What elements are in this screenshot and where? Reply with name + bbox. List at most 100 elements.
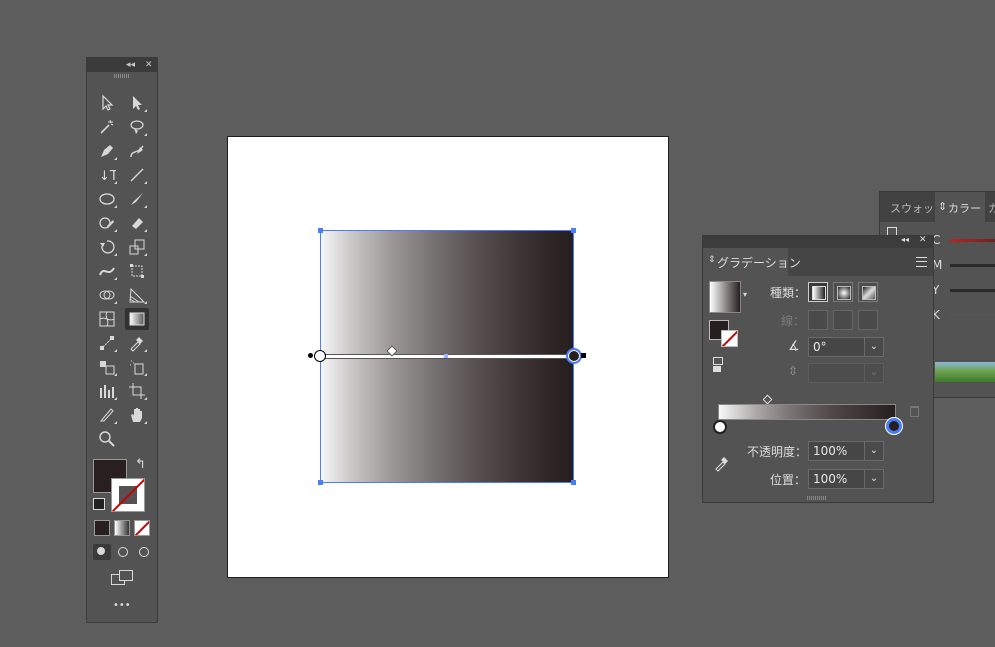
stroke-gradient-along-button (833, 310, 853, 330)
channel-c-slider[interactable] (950, 239, 995, 242)
curvature-tool-icon[interactable] (125, 140, 149, 162)
gradient-preset-dropdown-icon[interactable]: ▾ (743, 290, 747, 299)
aspect-ratio-icon: ⇳ (788, 364, 799, 378)
shaper-tool-icon[interactable] (95, 212, 119, 234)
selection-border-bottom (320, 482, 574, 483)
pen-tool-icon[interactable] (95, 140, 119, 162)
artboard-tool-icon[interactable] (125, 380, 149, 402)
eyedropper-icon[interactable] (713, 454, 731, 472)
width-tool-icon[interactable] (95, 260, 119, 282)
stroke-swatch[interactable] (111, 478, 145, 512)
tab-color-label: ⇕ (938, 200, 948, 213)
mesh-tool-icon[interactable] (95, 308, 119, 330)
tab-color[interactable]: ⇕ カラー (935, 192, 985, 222)
zoom-tool-icon[interactable] (95, 428, 119, 450)
symbol-sprayer-tool-icon[interactable] (125, 356, 149, 378)
gradient-panel: ◂◂ ✕ ⇕ グラデーション ▾ 種類： 線： ∡ 0° ⌄ ⇳ ⌄ 不透明度：… (702, 235, 934, 503)
gradient-stop-end[interactable] (566, 348, 582, 364)
opacity-dropdown[interactable]: ⌄ (864, 441, 884, 461)
shape-builder-tool-icon[interactable] (95, 284, 119, 306)
close-icon[interactable]: ✕ (145, 58, 153, 72)
live-paint-bucket-tool-icon[interactable] (95, 356, 119, 378)
tools-panel-header[interactable]: ◂◂ ✕ (87, 58, 157, 72)
direct-selection-tool-icon[interactable] (125, 92, 149, 114)
gradient-stop-start[interactable] (314, 350, 326, 362)
gradient-center-marker (444, 354, 448, 358)
draw-behind-icon[interactable] (114, 544, 132, 560)
location-field[interactable]: 100% (808, 469, 866, 489)
radial-gradient-button[interactable] (833, 282, 853, 302)
collapse-icon[interactable]: ◂◂ (901, 235, 909, 244)
selection-handle[interactable] (318, 228, 323, 233)
angle-dropdown[interactable]: ⌄ (864, 337, 884, 357)
eraser-tool-icon[interactable] (125, 212, 149, 234)
line-segment-tool-icon[interactable] (125, 164, 149, 186)
drag-grip[interactable] (114, 74, 130, 78)
tab-gradient[interactable]: ⇕ グラデーション (703, 248, 801, 276)
none-mode-button[interactable] (134, 520, 150, 536)
magic-wand-tool-icon[interactable] (95, 116, 119, 138)
gradient-origin-dot[interactable] (308, 353, 313, 358)
free-transform-tool-icon[interactable] (125, 260, 149, 282)
location-dropdown[interactable]: ⌄ (864, 469, 884, 489)
selection-handle[interactable] (571, 480, 576, 485)
channel-y-slider[interactable] (950, 289, 995, 292)
screen-mode-icon[interactable] (111, 570, 133, 586)
gradient-panel-titlebar[interactable]: ◂◂ ✕ (703, 235, 933, 248)
selection-tool-icon[interactable] (95, 92, 119, 114)
selection-handle[interactable] (571, 228, 576, 233)
draw-normal-icon[interactable] (93, 544, 111, 560)
hand-tool-icon[interactable] (125, 404, 149, 426)
collapse-icon[interactable]: ◂◂ (126, 58, 135, 72)
opacity-label: 不透明度： (747, 445, 808, 459)
stroke-gradient-within-button (808, 310, 828, 330)
gradient-slider-stop-start[interactable] (713, 420, 727, 434)
delete-stop-icon (910, 406, 919, 417)
rotate-tool-icon[interactable] (95, 236, 119, 258)
type-tool-icon[interactable]: ↓T (95, 164, 119, 186)
color-spectrum[interactable] (935, 362, 995, 382)
location-label: 位置： (770, 473, 807, 487)
type-label: 種類： (770, 286, 807, 300)
gradient-preview-swatch[interactable] (709, 281, 741, 313)
aspect-ratio-field (808, 363, 866, 383)
default-colors-icon[interactable] (93, 498, 105, 510)
color-mode-button[interactable] (94, 520, 110, 536)
perspective-grid-tool-icon[interactable] (125, 284, 149, 306)
gradient-mode-button[interactable] (114, 520, 130, 536)
tab-next[interactable]: カ (988, 200, 995, 216)
paintbrush-tool-icon[interactable] (125, 188, 149, 210)
aspect-ratio-dropdown: ⌄ (864, 363, 884, 383)
lasso-tool-icon[interactable] (125, 116, 149, 138)
opacity-field[interactable]: 100% (808, 441, 866, 461)
panel-menu-icon[interactable] (916, 257, 927, 267)
column-graph-tool-icon[interactable] (95, 380, 119, 402)
tab-arrows-icon: ⇕ (708, 255, 716, 265)
ellipse-tool-icon[interactable] (95, 188, 119, 210)
swap-fill-stroke-icon[interactable]: ↰ (135, 457, 146, 472)
linear-gradient-button[interactable] (808, 282, 828, 302)
angle-field[interactable]: 0° (808, 337, 866, 357)
reverse-gradient-icon[interactable] (713, 357, 729, 373)
tab-gradient-label: グラデーション (717, 256, 801, 270)
scale-tool-icon[interactable] (125, 236, 149, 258)
selection-handle[interactable] (318, 480, 323, 485)
blend-tool-icon[interactable] (95, 332, 119, 354)
channel-k-slider[interactable] (950, 314, 995, 317)
freeform-gradient-button[interactable] (858, 282, 878, 302)
close-icon[interactable]: ✕ (919, 235, 927, 245)
gradient-midpoint-diamond[interactable] (762, 394, 773, 405)
edit-toolbar-button[interactable]: ••• (113, 600, 131, 611)
channel-m-slider[interactable] (950, 264, 995, 267)
stroke-label: 線： (781, 314, 806, 328)
gradient-slider-stop-end[interactable] (886, 418, 902, 434)
gradient-slider[interactable] (718, 404, 896, 420)
gradient-end-square[interactable] (581, 353, 586, 358)
gradient-stroke-swatch[interactable] (721, 330, 738, 347)
draw-inside-icon[interactable] (135, 544, 153, 560)
resize-grip[interactable] (807, 496, 827, 500)
gradient-tool-icon[interactable] (125, 308, 149, 330)
selection-border-top (320, 230, 574, 231)
eyedropper-tool-icon[interactable] (125, 332, 149, 354)
slice-tool-icon[interactable] (95, 404, 119, 426)
